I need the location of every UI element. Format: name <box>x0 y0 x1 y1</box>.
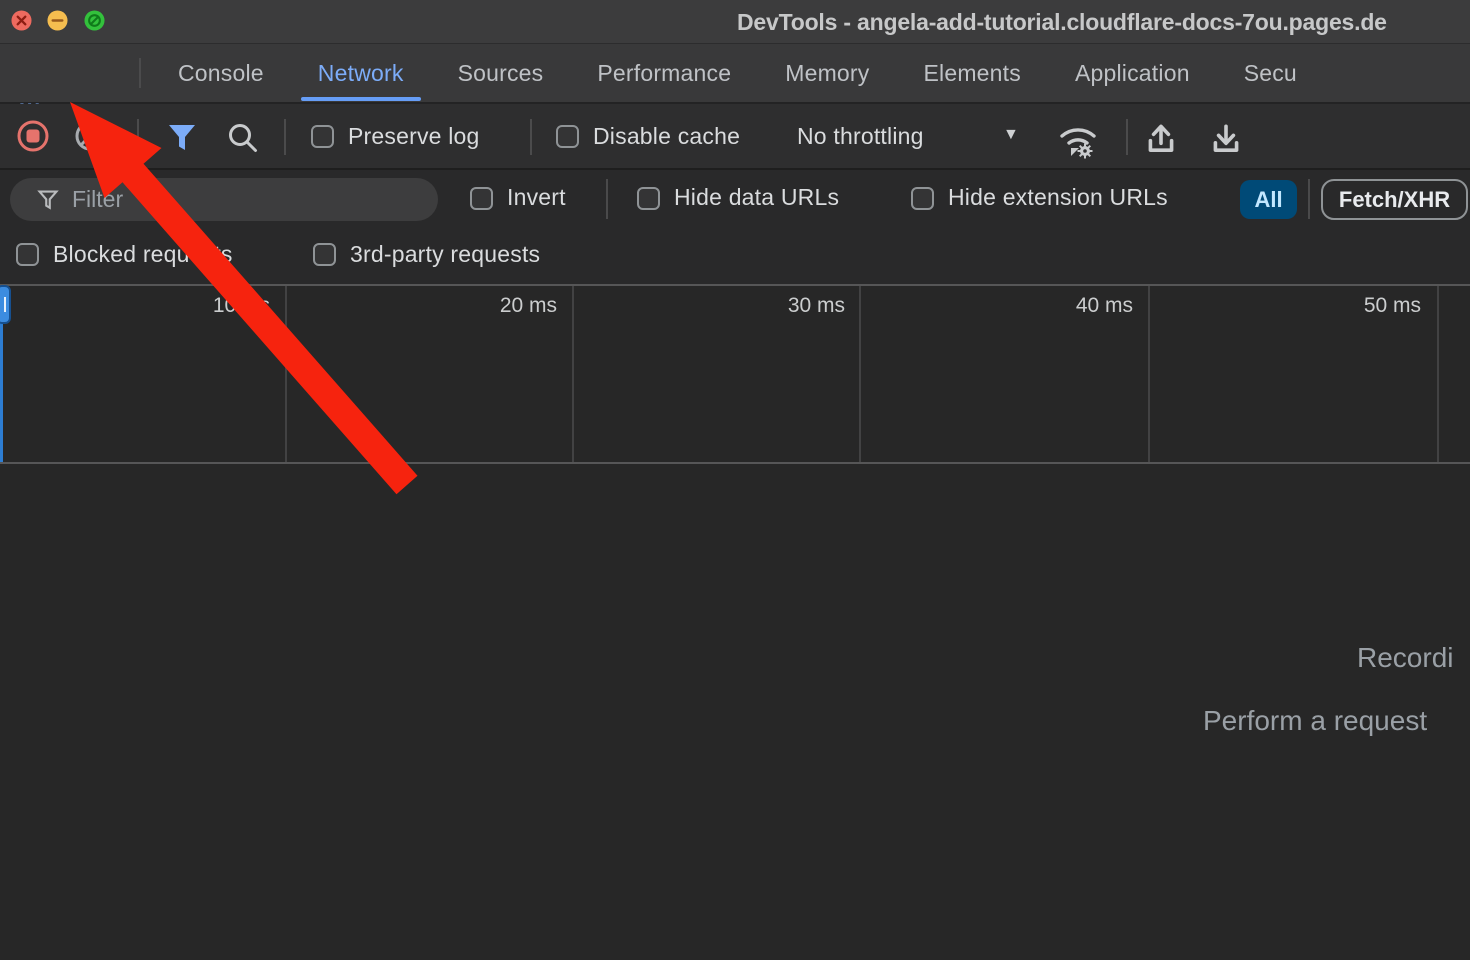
toolbar-separator <box>137 119 139 155</box>
network-overview-timeline[interactable]: 10 ms 20 ms 30 ms 40 ms 50 ms <box>0 284 1470 465</box>
titlebar: DevTools - angela-add-tutorial.cloudflar… <box>0 0 1470 44</box>
grid-line <box>859 286 861 462</box>
hide-data-urls-label: Hide data URLs <box>674 184 839 211</box>
filter-input[interactable] <box>72 183 412 215</box>
grid-line <box>1437 286 1439 462</box>
toolbar-separator <box>530 119 532 155</box>
filter-separator <box>606 179 608 219</box>
tab-application[interactable]: Application <box>1048 44 1217 102</box>
tab-console[interactable]: Console <box>151 44 291 102</box>
timeline-tick-label: 40 ms <box>1043 294 1133 318</box>
timeline-tick-label: 10 ms <box>180 294 270 318</box>
hide-data-urls-checkbox[interactable] <box>637 187 660 210</box>
network-toolbar: Preserve log Disable cache No throttling… <box>0 104 1470 170</box>
tab-elements[interactable]: Elements <box>896 44 1047 102</box>
network-request-panel: Recordi Perform a request <box>0 465 1470 960</box>
third-party-requests-label: 3rd-party requests <box>350 241 540 268</box>
invert-label: Invert <box>507 184 566 211</box>
toolbar-separator <box>284 119 286 155</box>
grid-line <box>1148 286 1150 462</box>
tab-sources[interactable]: Sources <box>431 44 571 102</box>
preserve-log-label: Preserve log <box>348 104 480 168</box>
timeline-tick-label: 50 ms <box>1331 294 1421 318</box>
preserve-log-checkbox[interactable] <box>311 125 334 148</box>
panel-tabs: Console Network Sources Performance Memo… <box>151 44 1324 102</box>
filter-field[interactable] <box>10 178 438 221</box>
overview-selection-handle[interactable] <box>0 285 11 324</box>
filter-separator <box>1308 179 1310 219</box>
timeline-tick-label: 30 ms <box>755 294 845 318</box>
disable-cache-label: Disable cache <box>593 104 740 168</box>
tab-security[interactable]: Secu <box>1217 44 1324 102</box>
record-network-log-icon[interactable] <box>15 118 51 154</box>
close-window-button[interactable] <box>11 10 32 31</box>
export-har-icon[interactable] <box>1208 120 1244 156</box>
devtools-window: DevTools - angela-add-tutorial.cloudflar… <box>0 0 1470 960</box>
chevron-down-icon[interactable]: ▼ <box>1003 126 1019 144</box>
window-title: DevTools - angela-add-tutorial.cloudflar… <box>737 9 1387 36</box>
import-har-icon[interactable] <box>1143 120 1179 156</box>
filter-toggle-icon[interactable] <box>165 121 199 155</box>
tab-network[interactable]: Network <box>291 44 431 102</box>
timeline-tick-label: 20 ms <box>467 294 557 318</box>
grid-line <box>572 286 574 462</box>
third-party-requests-checkbox[interactable] <box>313 243 336 266</box>
minimize-window-button[interactable] <box>47 10 68 31</box>
blocked-requests-label: Blocked requests <box>53 241 233 268</box>
hide-extension-urls-label: Hide extension URLs <box>948 184 1168 211</box>
invert-checkbox[interactable] <box>470 187 493 210</box>
hide-extension-urls-checkbox[interactable] <box>911 187 934 210</box>
empty-state-line2: Perform a request <box>1203 705 1427 737</box>
network-conditions-icon[interactable] <box>1055 118 1101 160</box>
fullscreen-disabled-button[interactable] <box>84 10 105 31</box>
request-type-all-button[interactable]: All <box>1240 180 1297 219</box>
devtools-tabbar: Console Network Sources Performance Memo… <box>0 44 1470 104</box>
search-icon[interactable] <box>226 121 260 155</box>
overview-top-border <box>0 284 1470 286</box>
network-filter-bar: Invert Hide data URLs Hide extension URL… <box>0 170 1470 229</box>
overview-bottom-border <box>0 462 1470 464</box>
tabbar-separator <box>139 58 141 88</box>
request-type-fetch-xhr-button[interactable]: Fetch/XHR <box>1321 179 1468 220</box>
grid-line <box>285 286 287 462</box>
throttling-select[interactable]: No throttling <box>797 104 924 168</box>
disable-cache-checkbox[interactable] <box>556 125 579 148</box>
blocked-requests-checkbox[interactable] <box>16 243 39 266</box>
clear-network-log-icon[interactable] <box>72 118 108 154</box>
network-filter-bar-secondary: Blocked requests 3rd-party requests <box>0 229 1470 284</box>
tab-performance[interactable]: Performance <box>570 44 758 102</box>
funnel-icon <box>36 188 60 212</box>
empty-state-line1: Recordi <box>1357 642 1453 674</box>
tab-memory[interactable]: Memory <box>758 44 896 102</box>
gear-icon <box>1078 144 1093 159</box>
toolbar-separator <box>1126 119 1128 155</box>
